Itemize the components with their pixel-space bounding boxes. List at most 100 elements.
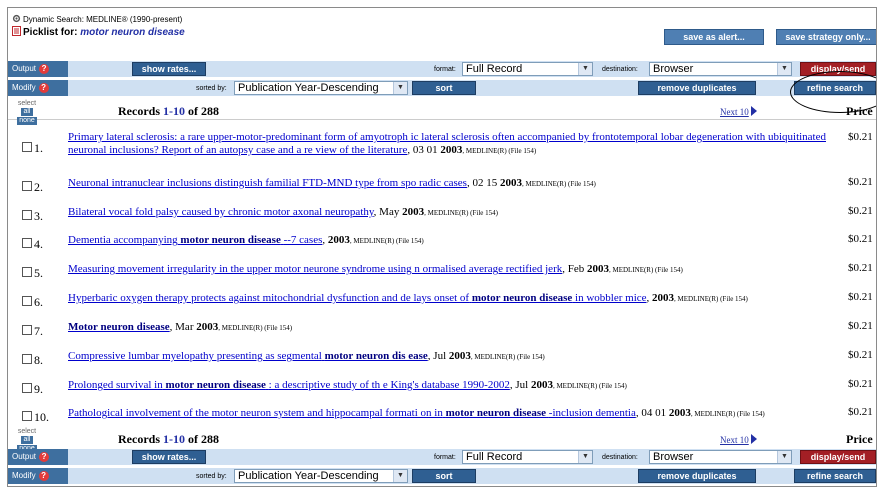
- remove-duplicates-button[interactable]: remove duplicates: [638, 81, 756, 95]
- chevron-down-icon: ▼: [578, 451, 592, 463]
- format-select[interactable]: Full Record ▼: [462, 450, 593, 464]
- record-title-link[interactable]: Dementia accompanying motor neuron disea…: [68, 234, 322, 246]
- record-checkbox[interactable]: [22, 296, 32, 306]
- record-price: $0.21: [848, 378, 873, 390]
- destination-select[interactable]: Browser ▼: [649, 450, 792, 464]
- record-date: , Jul: [427, 350, 447, 362]
- chevron-down-icon: ▼: [393, 82, 407, 94]
- record-number: 6.: [34, 295, 43, 309]
- record-number: 8.: [34, 353, 43, 367]
- modify-label: Modify?: [8, 468, 68, 484]
- destination-select[interactable]: Browser ▼: [649, 62, 792, 76]
- record-checkbox[interactable]: [22, 267, 32, 277]
- record-price: $0.21: [848, 205, 873, 217]
- modify-bar: Modify? sorted by: Publication Year-Desc…: [8, 468, 876, 484]
- select-all-button[interactable]: all: [21, 108, 33, 116]
- next-10-link[interactable]: Next 10: [720, 106, 757, 117]
- page-header: Dynamic Search: MEDLINE® (1990-present) …: [12, 10, 876, 48]
- arrow-right-icon: [750, 106, 757, 116]
- destination-label: destination:: [602, 66, 638, 73]
- refine-search-button[interactable]: refine search: [794, 469, 876, 483]
- record-source: , MEDLINE(R) (File 154): [608, 266, 683, 274]
- remove-duplicates-button[interactable]: remove duplicates: [638, 469, 756, 483]
- record-date: ,: [322, 234, 326, 246]
- search-term-highlight: motor neuron dis ease: [324, 350, 428, 362]
- record-date: , May: [373, 206, 400, 218]
- search-term-highlight: motor neuron disease: [445, 407, 547, 419]
- record-checkbox[interactable]: [22, 354, 32, 364]
- chevron-down-icon: ▼: [777, 63, 791, 75]
- record-date: , 02 15: [466, 177, 498, 189]
- record-citation: Dementia accompanying motor neuron disea…: [68, 234, 833, 248]
- sort-select[interactable]: Publication Year-Descending ▼: [234, 81, 408, 95]
- record-title-link[interactable]: Pathological involvement of the motor ne…: [68, 407, 636, 419]
- record-checkbox[interactable]: [22, 325, 32, 335]
- record-source: , MEDLINE(R) (File 154): [552, 382, 627, 390]
- output-bar: Output? show rates... format: Full Recor…: [8, 61, 876, 77]
- save-as-alert-button[interactable]: save as alert...: [664, 29, 764, 45]
- record-citation: Primary lateral sclerosis: a rare upper-…: [68, 131, 833, 158]
- record-title-link[interactable]: Measuring movement irregularity in the u…: [68, 263, 562, 275]
- record-price: $0.21: [848, 131, 873, 143]
- display-send-button[interactable]: display/send: [800, 450, 876, 464]
- record-date: ,: [646, 292, 650, 304]
- record-title-link[interactable]: Bilateral vocal fold palsy caused by chr…: [68, 206, 374, 218]
- record-year: 2003: [668, 407, 691, 419]
- display-send-button[interactable]: display/send: [800, 62, 876, 76]
- record-checkbox[interactable]: [22, 181, 32, 191]
- modify-bar: Modify? sorted by: Publication Year-Desc…: [8, 80, 876, 96]
- record-year: 2003: [440, 144, 463, 156]
- search-term-highlight: Motor neuron disease: [68, 321, 170, 333]
- record-number: 3.: [34, 209, 43, 223]
- record-date: , 03 01: [407, 144, 438, 156]
- sorted-by-label: sorted by:: [196, 473, 227, 480]
- sort-button[interactable]: sort: [412, 469, 476, 483]
- record-source: , MEDLINE(R) (File 154): [424, 209, 498, 217]
- record-checkbox[interactable]: [22, 142, 32, 152]
- record-title-link[interactable]: Neuronal intranuclear inclusions disting…: [68, 177, 467, 189]
- record-date: , Jul: [509, 379, 529, 391]
- record-title-link[interactable]: Prolonged survival in motor neuron disea…: [68, 379, 510, 391]
- record-citation: Neuronal intranuclear inclusions disting…: [68, 177, 833, 191]
- record-checkbox[interactable]: [22, 411, 32, 421]
- record-citation: Measuring movement irregularity in the u…: [68, 263, 833, 277]
- sort-button[interactable]: sort: [412, 81, 476, 95]
- record-price: $0.21: [848, 176, 873, 188]
- record-checkbox[interactable]: [22, 383, 32, 393]
- help-icon[interactable]: ?: [39, 64, 50, 74]
- select-all-button[interactable]: all: [21, 436, 33, 444]
- record-date: , Mar: [169, 321, 194, 333]
- select-none-button[interactable]: none: [17, 117, 37, 125]
- record-source: , MEDLINE(R) (File 154): [674, 295, 748, 303]
- show-rates-button[interactable]: show rates...: [132, 62, 206, 76]
- help-icon[interactable]: ?: [39, 452, 50, 462]
- help-icon[interactable]: ?: [38, 83, 49, 93]
- picklist-prefix: Picklist for:: [23, 27, 78, 38]
- record-checkbox[interactable]: [22, 238, 32, 248]
- record-year: 2003: [402, 206, 425, 218]
- record-date: , Feb: [562, 263, 585, 275]
- record-title-link[interactable]: Motor neuron disease: [68, 321, 170, 333]
- records-count: Records 1-10 of 288: [118, 104, 219, 118]
- record-year: 2003: [196, 321, 219, 333]
- next-10-link[interactable]: Next 10: [720, 434, 757, 445]
- record-checkbox[interactable]: [22, 210, 32, 220]
- modify-label: Modify?: [8, 80, 68, 96]
- record-title-link[interactable]: Hyperbaric oxygen therapy protects again…: [68, 292, 647, 304]
- chevron-down-icon: ▼: [777, 451, 791, 463]
- record-year: 2003: [448, 350, 471, 362]
- help-icon[interactable]: ?: [38, 471, 49, 481]
- record-title-link[interactable]: Compressive lumbar myelopathy presenting…: [68, 350, 428, 362]
- show-rates-button[interactable]: show rates...: [132, 450, 206, 464]
- sort-select[interactable]: Publication Year-Descending ▼: [234, 469, 408, 483]
- refine-search-button[interactable]: refine search: [794, 81, 876, 95]
- save-strategy-button[interactable]: save strategy only...: [776, 29, 876, 45]
- search-term-highlight: motor neuron disease: [180, 234, 281, 246]
- format-select[interactable]: Full Record ▼: [462, 62, 593, 76]
- price-header: Price: [846, 104, 873, 118]
- format-label: format:: [434, 66, 456, 73]
- sorted-by-label: sorted by:: [196, 85, 227, 92]
- chevron-down-icon: ▼: [393, 470, 407, 482]
- record-year: 2003: [586, 263, 609, 275]
- record-price: $0.21: [848, 320, 873, 332]
